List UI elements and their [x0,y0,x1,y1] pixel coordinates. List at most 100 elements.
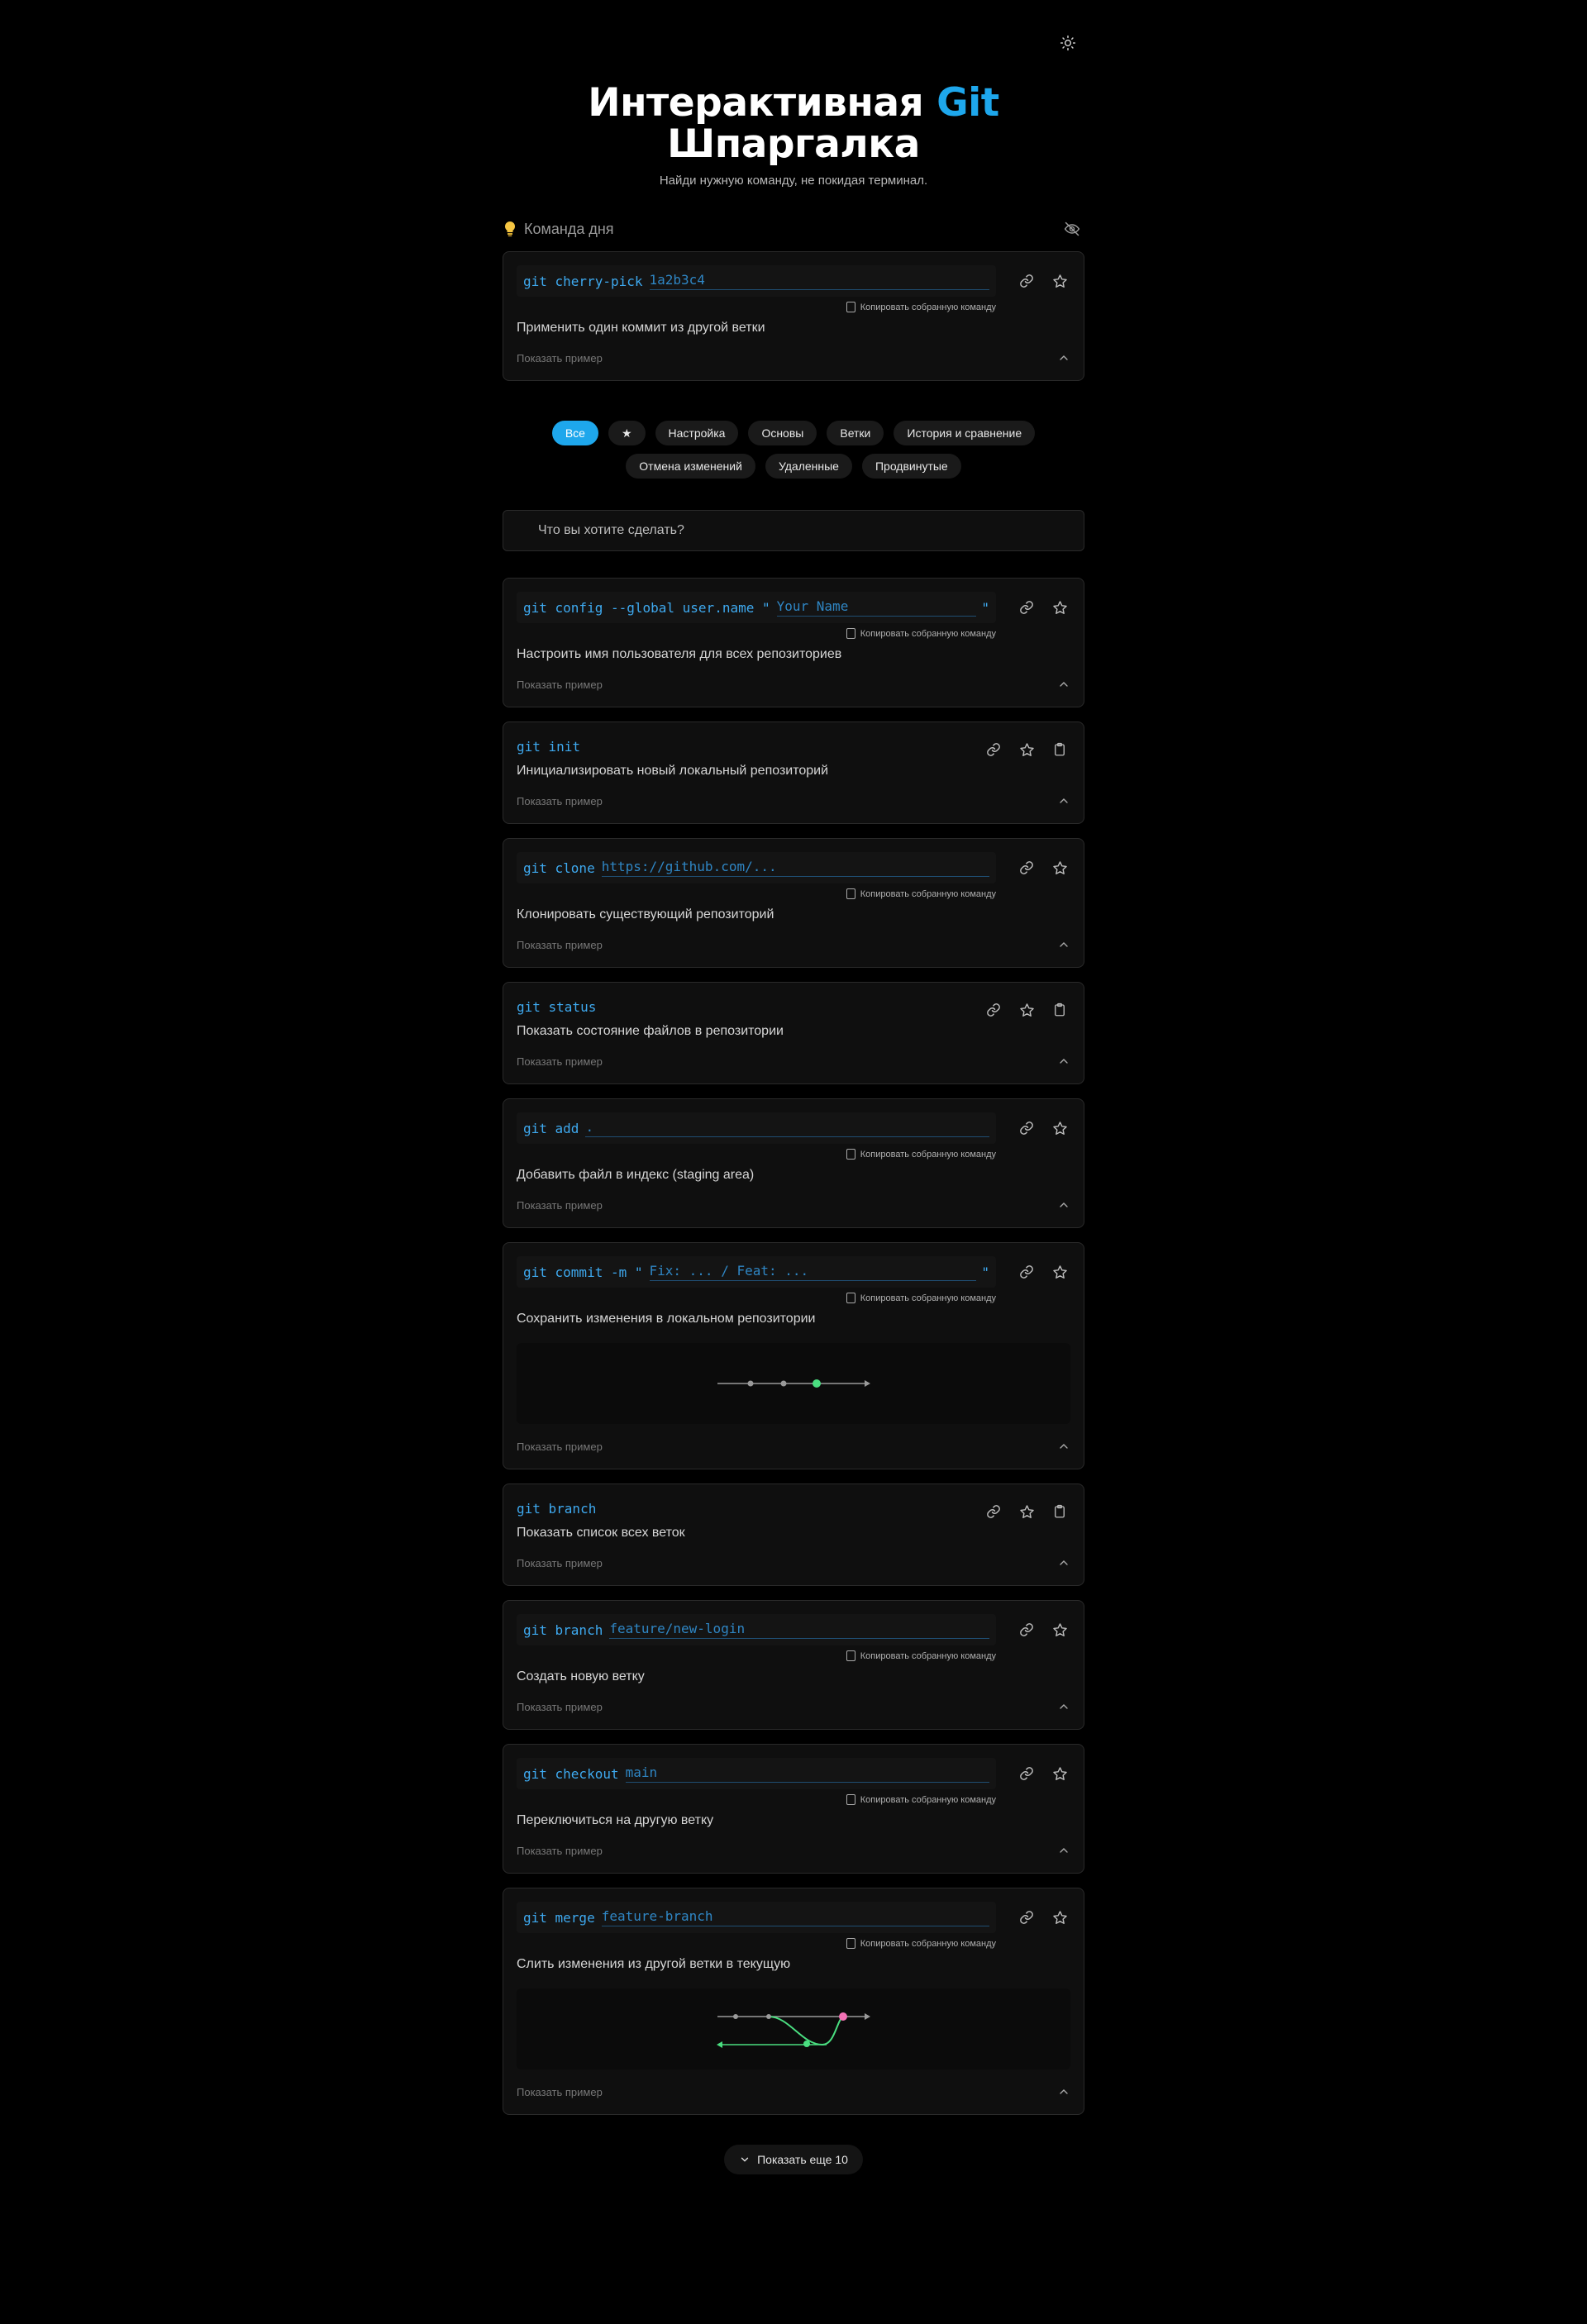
link-button[interactable] [983,1501,1004,1522]
filter-chip-advanced[interactable]: Продвинутые [861,454,961,479]
command-list: git config --global user.name " Your Name… [503,578,1084,2115]
favorite-button[interactable] [1016,739,1037,760]
param-input[interactable]: feature/new-login [609,1621,989,1639]
commit-node [780,1380,787,1387]
param-input[interactable]: https://github.com/... [601,859,989,877]
category-filters: Все ★ Настройка Основы Ветки История и с… [503,421,1084,479]
favorite-button[interactable] [1016,1501,1037,1522]
link-button[interactable] [1016,1261,1037,1283]
link-button[interactable] [1016,857,1037,879]
copy-button[interactable] [1049,1501,1070,1522]
favorite-button[interactable] [1049,270,1070,292]
command-card: git add. Копировать собранную команду Доба… [503,1098,1084,1228]
card-actions [1016,852,1070,879]
chevron-up-icon[interactable] [1057,1844,1070,1857]
show-example-link[interactable]: Показать пример [517,795,603,807]
chevron-up-icon[interactable] [1057,1440,1070,1453]
link-button[interactable] [983,739,1004,760]
filter-chip-favorites[interactable]: ★ [608,421,646,445]
copy-button[interactable] [1049,999,1070,1021]
favorite-button[interactable] [1049,1117,1070,1139]
favorite-button[interactable] [1016,999,1037,1021]
chevron-up-icon[interactable] [1057,794,1070,807]
copy-built-command[interactable]: Копировать собранную команду [517,628,996,639]
link-button[interactable] [1016,597,1037,618]
filter-chip-undo[interactable]: Отмена изменений [626,454,755,479]
filter-chip-branches[interactable]: Ветки [827,421,884,445]
eye-off-icon [1064,221,1080,236]
show-example-link[interactable]: Показать пример [517,1055,603,1068]
show-example-link[interactable]: Показать пример [517,1845,603,1857]
favorite-button[interactable] [1049,1907,1070,1928]
chevron-up-icon[interactable] [1057,1700,1070,1713]
command-of-day-label: Команда дня [503,221,614,238]
link-button[interactable] [1016,1619,1037,1641]
chevron-up-icon[interactable] [1057,1055,1070,1068]
clipboard-icon [846,1938,855,1949]
filter-chip-setup[interactable]: Настройка [655,421,739,445]
param-input[interactable]: feature-branch [601,1908,989,1926]
copy-built-command[interactable]: Копировать собранную команду [517,302,996,312]
filter-chip-remote[interactable]: Удаленные [765,454,852,479]
card-actions [1016,1614,1070,1641]
show-example-link[interactable]: Показать пример [517,1441,603,1453]
copy-built-command[interactable]: Копировать собранную команду [517,1650,996,1661]
chevron-up-icon[interactable] [1057,351,1070,364]
copy-built-command[interactable]: Копировать собранную команду [517,1794,996,1805]
filter-chip-basics[interactable]: Основы [748,421,817,445]
show-example-link[interactable]: Показать пример [517,1701,603,1713]
command-text: git branch [523,1622,603,1638]
param-input[interactable]: Your Name [776,598,977,617]
command-card: git branch feature/new-login Копировать со… [503,1600,1084,1730]
merge-commit-node [839,2012,847,2021]
copy-button[interactable] [1049,739,1070,760]
copy-built-command[interactable]: Копировать собранную команду [517,1149,996,1160]
link-button[interactable] [983,999,1004,1021]
show-example-link[interactable]: Показать пример [517,679,603,691]
filter-chip-all[interactable]: Все [551,421,598,445]
chevron-up-icon[interactable] [1057,938,1070,951]
chevron-up-icon[interactable] [1057,2085,1070,2098]
link-button[interactable] [1016,1763,1037,1784]
filter-chip-history[interactable]: История и сравнение [894,421,1036,445]
search-input[interactable] [517,523,1070,538]
command-description: Добавить файл в индекс (staging area) [517,1168,755,1182]
show-more-button[interactable]: Показать еще 10 [724,2145,863,2174]
theme-toggle-button[interactable] [1056,31,1079,55]
link-icon [1020,601,1033,614]
favorite-button[interactable] [1049,1261,1070,1283]
favorite-button[interactable] [1049,597,1070,618]
star-icon [1052,1766,1067,1780]
star-icon [1019,1504,1034,1518]
favorite-button[interactable] [1049,1763,1070,1784]
favorite-button[interactable] [1049,857,1070,879]
param-input[interactable]: 1a2b3c4 [649,272,989,290]
copy-built-command[interactable]: Копировать собранную команду [517,1938,996,1949]
chevron-up-icon[interactable] [1057,1198,1070,1212]
param-input[interactable]: Fix: ... / Feat: ... [649,1263,977,1281]
link-button[interactable] [1016,270,1037,292]
page-title: Интерактивная Git Шпаргалка [0,83,1587,165]
chevron-up-icon[interactable] [1057,678,1070,691]
show-example-link[interactable]: Показать пример [517,939,603,951]
chevron-up-icon[interactable] [1057,1556,1070,1569]
link-button[interactable] [1016,1117,1037,1139]
command-builder: git cherry-pick 1a2b3c4 [517,265,996,297]
param-input[interactable]: main [625,1764,989,1783]
card-actions [1016,1758,1070,1784]
command-card: git branch Показать список всех веток Пока… [503,1483,1084,1586]
show-example-link[interactable]: Показать пример [517,1557,603,1569]
clipboard-icon [846,1650,855,1661]
title-part1: Интерактивная [588,80,937,126]
favorite-button[interactable] [1049,1619,1070,1641]
show-example-link[interactable]: Показать пример [517,1199,603,1212]
show-example-link[interactable]: Показать пример [517,2086,603,2098]
merge-visualization [517,1988,1070,2069]
command-text: git add [523,1120,579,1136]
link-button[interactable] [1016,1907,1037,1928]
show-example-link[interactable]: Показать пример [517,352,603,364]
param-input[interactable]: . [585,1119,989,1137]
copy-built-command[interactable]: Копировать собранную команду [517,1293,996,1303]
hide-command-of-day-button[interactable] [1061,218,1083,240]
copy-built-command[interactable]: Копировать собранную команду [517,888,996,899]
